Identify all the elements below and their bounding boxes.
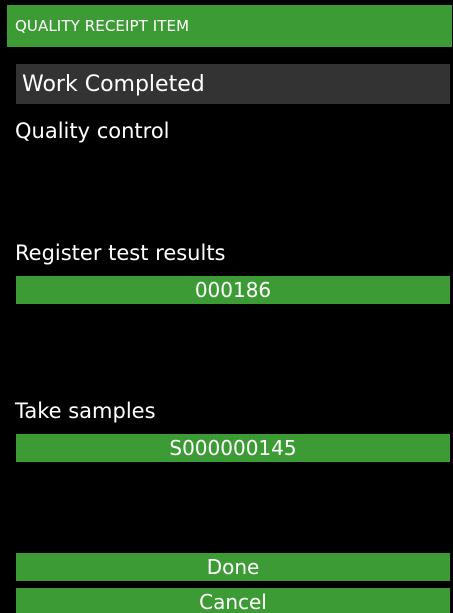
take-samples-button[interactable]: S000000145 <box>16 434 450 462</box>
cancel-button[interactable]: Cancel <box>16 588 450 613</box>
take-samples-value: S000000145 <box>169 436 297 460</box>
register-test-results-value: 000186 <box>194 278 272 302</box>
app-screen: QUALITY RECEIPT ITEM Work Completed Qual… <box>0 0 453 613</box>
quality-control-label: Quality control <box>15 119 170 143</box>
title-bar: QUALITY RECEIPT ITEM <box>7 5 452 47</box>
cancel-label: Cancel <box>199 590 267 613</box>
register-test-results-button[interactable]: 000186 <box>16 276 450 304</box>
page-title: QUALITY RECEIPT ITEM <box>15 17 190 35</box>
status-value: Work Completed <box>22 71 205 97</box>
done-button[interactable]: Done <box>16 553 450 581</box>
take-samples-label: Take samples <box>15 399 156 423</box>
register-test-results-label: Register test results <box>15 241 226 265</box>
status-field: Work Completed <box>16 64 450 104</box>
done-label: Done <box>206 555 260 579</box>
